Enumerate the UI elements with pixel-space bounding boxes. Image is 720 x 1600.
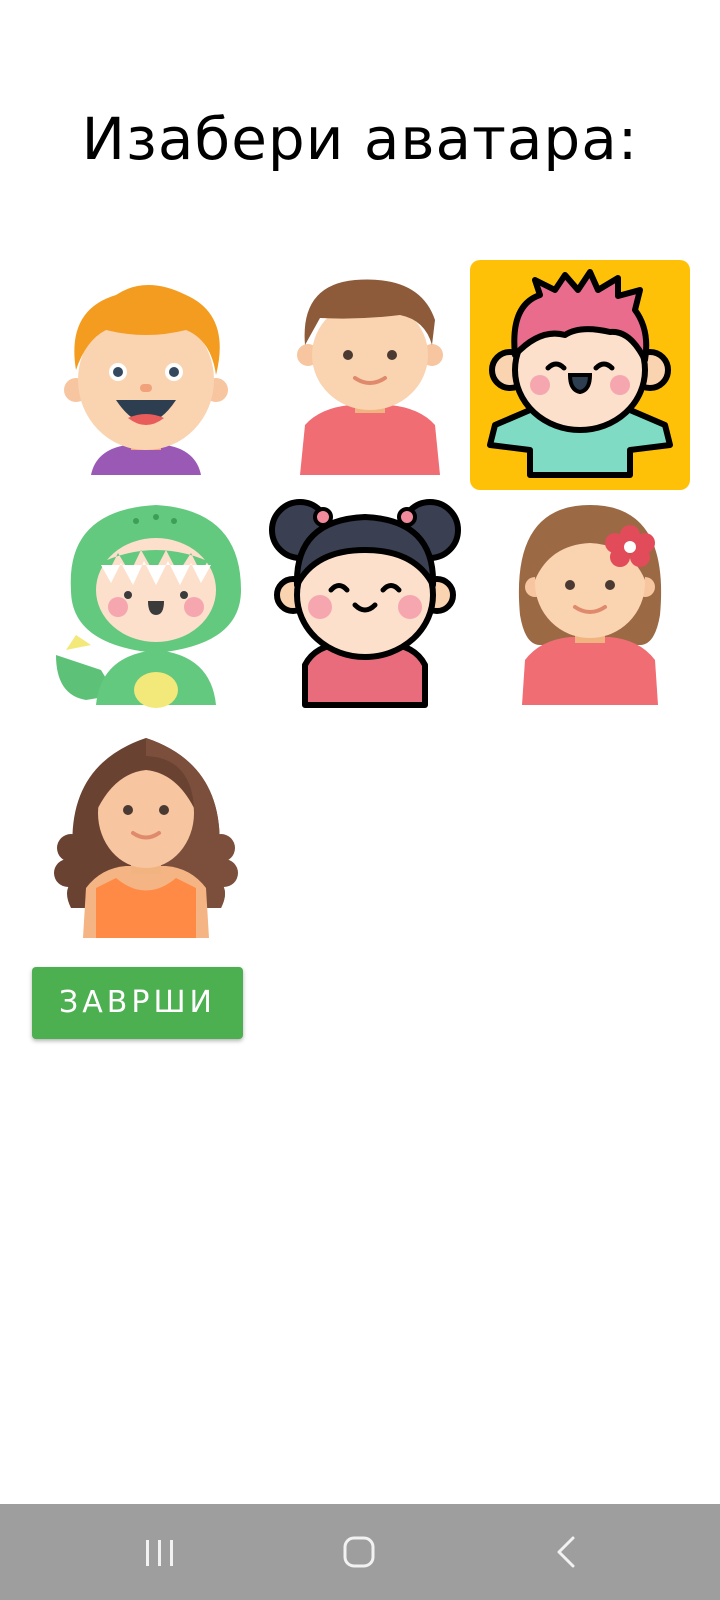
back-icon (557, 1536, 575, 1568)
girl-curly-hair-avatar-icon (54, 738, 238, 938)
system-navigation-bar (0, 1504, 720, 1600)
home-icon (343, 1536, 375, 1568)
avatar-option-girl-curly-hair[interactable] (36, 728, 256, 958)
girl-flower-avatar-icon (518, 505, 662, 705)
avatar-option-boy-orange-hair[interactable] (36, 260, 256, 490)
avatar-option-boy-pink-hair[interactable] (470, 260, 690, 490)
finish-button[interactable]: ЗАВРШИ (32, 967, 243, 1039)
girl-buns-avatar-icon (269, 499, 461, 708)
recents-button[interactable] (100, 1504, 220, 1600)
avatar-option-boy-brown-hair[interactable] (260, 260, 480, 490)
avatar-option-dino-costume-kid[interactable] (46, 495, 266, 725)
avatar-option-girl-buns[interactable] (255, 495, 475, 725)
avatar-option-girl-flower[interactable] (480, 495, 700, 725)
home-button[interactable] (300, 1504, 420, 1600)
dino-costume-kid-avatar-icon (56, 505, 241, 708)
recents-icon (146, 1540, 173, 1566)
page-title: Изабери аватара: (81, 105, 639, 173)
boy-pink-hair-avatar-icon (487, 269, 673, 478)
back-button[interactable] (505, 1504, 625, 1600)
boy-orange-hair-avatar-icon (64, 285, 228, 475)
boy-brown-hair-avatar-icon (297, 279, 443, 475)
